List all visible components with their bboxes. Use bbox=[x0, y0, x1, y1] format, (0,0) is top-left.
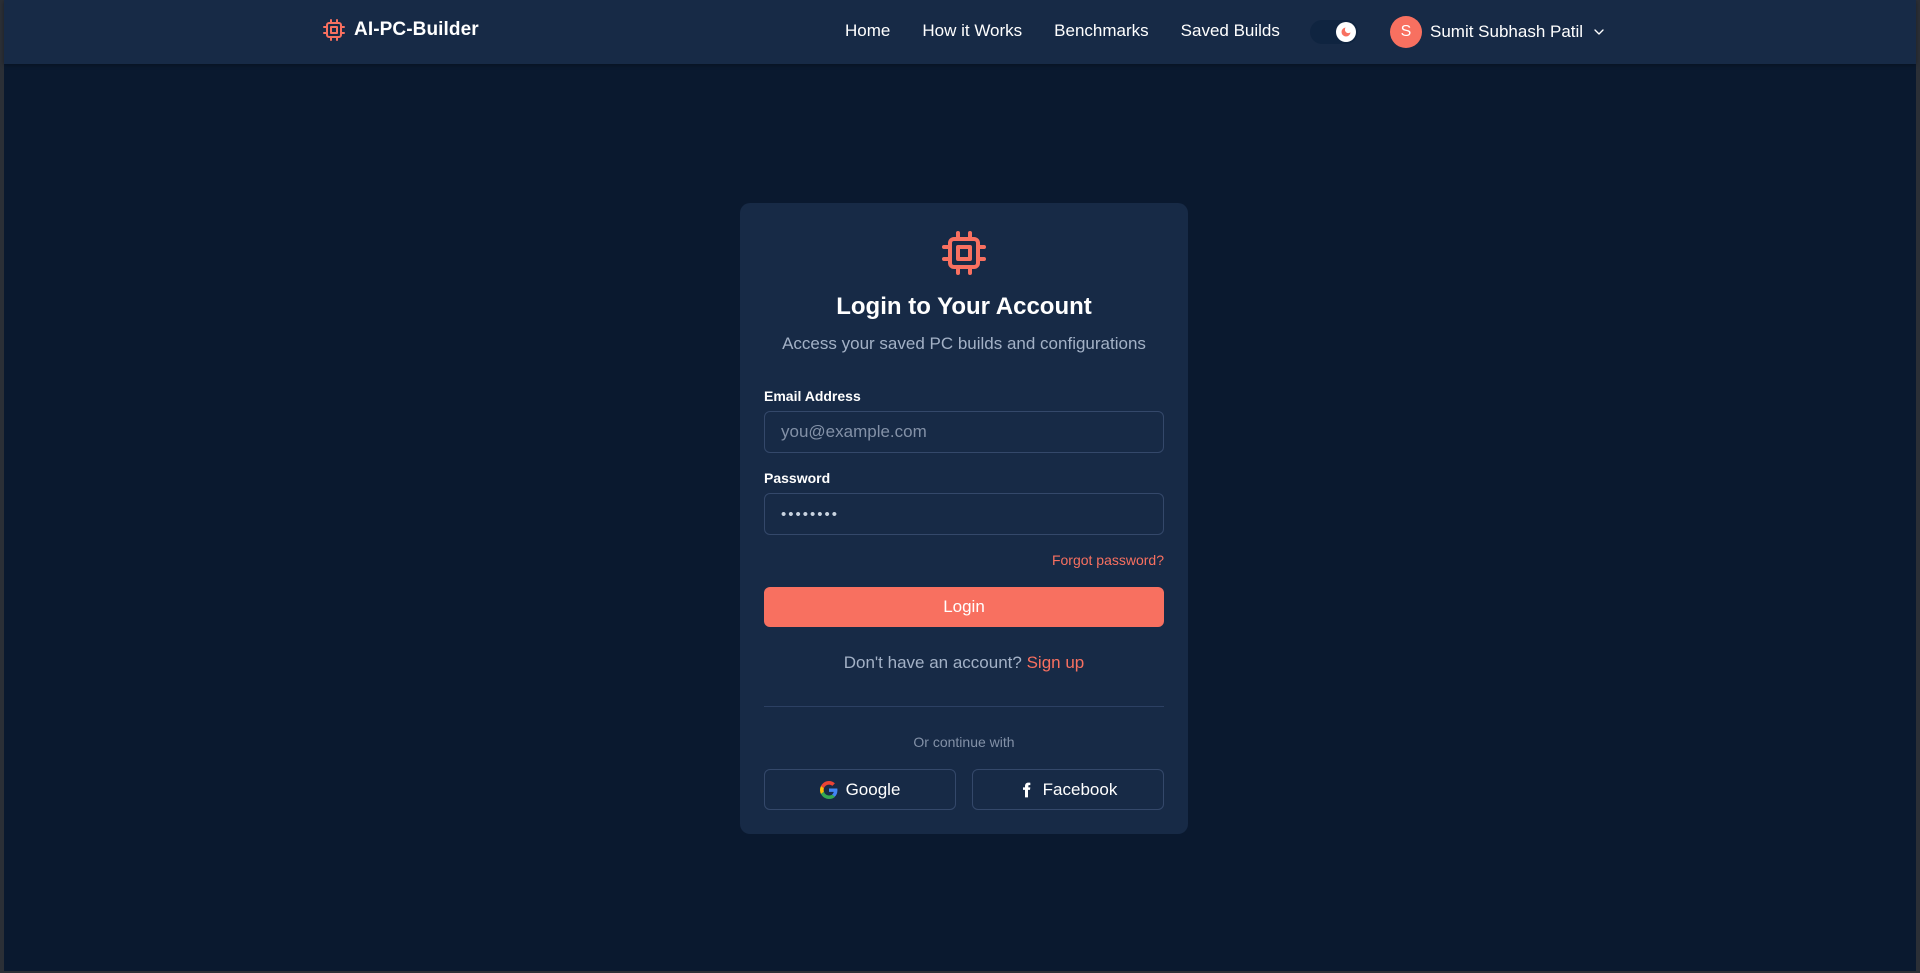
navbar: AI-PC-Builder Home How it Works Benchmar… bbox=[4, 0, 1916, 64]
email-label: Email Address bbox=[764, 388, 861, 404]
nav-link-benchmarks[interactable]: Benchmarks bbox=[1054, 21, 1148, 41]
google-login-button[interactable]: Google bbox=[764, 769, 956, 810]
email-field[interactable] bbox=[764, 411, 1164, 453]
theme-toggle[interactable] bbox=[1310, 20, 1358, 44]
chevron-down-icon bbox=[1594, 29, 1604, 35]
continue-with-text: Or continue with bbox=[913, 734, 1015, 750]
user-name: Sumit Subhash Patil bbox=[1430, 22, 1584, 41]
cpu-chip-icon bbox=[323, 19, 345, 41]
user-menu[interactable]: S Sumit Subhash Patil bbox=[1390, 16, 1607, 48]
facebook-icon bbox=[1022, 782, 1030, 797]
cpu-chip-icon bbox=[942, 231, 986, 275]
google-icon bbox=[819, 780, 838, 799]
brand-logo[interactable]: AI-PC-Builder bbox=[322, 18, 479, 42]
nav-link-saved-builds[interactable]: Saved Builds bbox=[1181, 21, 1280, 41]
app-window: AI-PC-Builder Home How it Works Benchmar… bbox=[0, 0, 1920, 973]
google-label: Google bbox=[845, 779, 901, 799]
password-label: Password bbox=[764, 470, 831, 486]
facebook-label: Facebook bbox=[1042, 779, 1118, 799]
login-button[interactable]: Login bbox=[764, 587, 1164, 627]
no-account-text: Don't have an account? bbox=[843, 653, 1022, 672]
signup-row: Don't have an account? Sign up bbox=[740, 653, 1188, 673]
facebook-login-button[interactable]: Facebook bbox=[972, 769, 1164, 810]
main-nav: Home How it Works Benchmarks Saved Build… bbox=[845, 21, 1280, 41]
forgot-password-link[interactable]: Forgot password? bbox=[1052, 552, 1164, 568]
nav-link-how-it-works[interactable]: How it Works bbox=[922, 21, 1022, 41]
brand-name: AI-PC-Builder bbox=[354, 19, 479, 40]
signup-link[interactable]: Sign up bbox=[1027, 653, 1085, 672]
page-subtitle: Access your saved PC builds and configur… bbox=[782, 334, 1146, 353]
avatar: S bbox=[1390, 16, 1422, 48]
login-card: Login to Your Account Access your saved … bbox=[740, 203, 1188, 834]
toggle-knob bbox=[1336, 22, 1356, 42]
password-field[interactable] bbox=[764, 493, 1164, 535]
page-title: Login to Your Account bbox=[836, 293, 1092, 320]
nav-link-home[interactable]: Home bbox=[845, 21, 890, 41]
divider bbox=[764, 706, 1164, 707]
moon-icon bbox=[1341, 27, 1351, 37]
